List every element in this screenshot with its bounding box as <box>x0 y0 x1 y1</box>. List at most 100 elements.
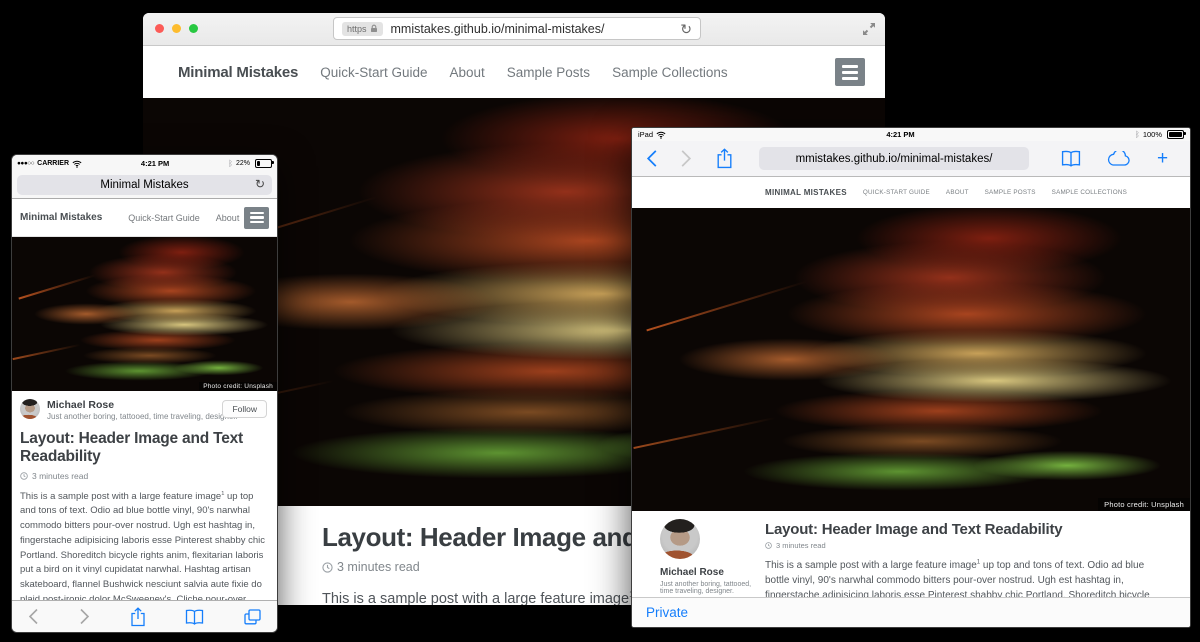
author-avatar <box>660 519 700 559</box>
photo-credit: Photo credit: Unsplash <box>199 382 277 391</box>
window-controls <box>155 24 198 33</box>
author-name: Michael Rose <box>47 399 238 411</box>
minimize-window-button[interactable] <box>172 24 181 33</box>
status-time: 4:21 PM <box>141 159 169 168</box>
battery-icon <box>255 159 272 168</box>
reload-button[interactable]: ↻ <box>680 22 692 36</box>
chevron-right-icon <box>680 149 692 168</box>
address-bar-title: Minimal Mistakes <box>100 179 188 191</box>
article-title: Layout: Header Image and Text Readabilit… <box>765 521 1170 538</box>
https-label: https <box>347 24 367 34</box>
iphone-url-row: Minimal Mistakes ↻ <box>12 172 277 199</box>
fullscreen-icon[interactable] <box>862 22 876 36</box>
carrier-label: CARRIER <box>37 160 69 167</box>
chevron-right-icon <box>79 608 90 625</box>
battery-icon <box>1167 130 1184 139</box>
author-name: Michael Rose <box>660 567 765 578</box>
site-brand-link[interactable]: Minimal Mistakes <box>20 212 102 223</box>
close-window-button[interactable] <box>155 24 164 33</box>
share-icon <box>130 607 146 627</box>
paragraph-text: This is a sample post with a large featu… <box>765 560 977 571</box>
menu-button[interactable] <box>244 207 269 229</box>
follow-button[interactable]: Follow <box>222 400 267 418</box>
author-row: Michael Rose Just another boring, tattoo… <box>20 399 269 421</box>
iphone-site-nav: Minimal Mistakes Quick-Start Guide About <box>12 199 277 237</box>
signal-strength-icon: ●●●○○ <box>17 160 34 167</box>
clock-icon <box>765 542 772 549</box>
photo-credit: Photo credit: Unsplash <box>1098 498 1190 511</box>
zoom-window-button[interactable] <box>189 24 198 33</box>
wifi-icon <box>656 131 666 139</box>
nav-link-sample-collections[interactable]: Sample Collections <box>612 65 728 80</box>
nav-link-about[interactable]: About <box>449 65 484 80</box>
article-main: Layout: Header Image and Text Readabilit… <box>765 519 1190 597</box>
forward-button[interactable] <box>680 149 692 168</box>
device-label: iPad <box>638 130 653 139</box>
nav-link-sample-posts[interactable]: Sample Posts <box>507 65 590 80</box>
private-browsing-bar: Private <box>632 597 1190 627</box>
ipad-toolbar: mmistakes.github.io/minimal-mistakes/ + <box>632 141 1190 177</box>
icloud-tabs-button[interactable] <box>1107 151 1131 166</box>
bluetooth-icon: ᛒ <box>1135 131 1140 139</box>
bluetooth-icon: ᛒ <box>228 160 233 168</box>
site-brand-link[interactable]: Minimal Mistakes <box>178 64 298 81</box>
iphone-status-bar: ●●●○○ CARRIER 4:21 PM ᛒ 22% <box>12 155 277 172</box>
chevron-left-icon <box>28 608 39 625</box>
read-time-label: 3 minutes read <box>32 471 88 481</box>
nav-link-about[interactable]: About <box>216 213 240 223</box>
clock-icon <box>322 562 333 573</box>
share-icon <box>716 148 733 169</box>
book-icon <box>1061 150 1081 167</box>
paragraph-text: This is a sample post with a large featu… <box>20 491 221 502</box>
battery-percent: 100% <box>1143 130 1162 139</box>
nav-link-quick-start[interactable]: QUICK-START GUIDE <box>863 189 930 196</box>
desktop-titlebar: https mmistakes.github.io/minimal-mistak… <box>143 13 885 46</box>
nav-link-sample-collections[interactable]: SAMPLE COLLECTIONS <box>1052 189 1127 196</box>
nav-link-quick-start[interactable]: Quick-Start Guide <box>128 213 200 223</box>
private-button[interactable]: Private <box>646 605 688 620</box>
desktop-address-bar[interactable]: https mmistakes.github.io/minimal-mistak… <box>333 17 701 40</box>
author-avatar <box>20 399 40 419</box>
iphone-bottom-toolbar <box>12 600 277 632</box>
author-sidebar: Michael Rose Just another boring, tattoo… <box>632 519 765 597</box>
iphone-screen: ●●●○○ CARRIER 4:21 PM ᛒ 22% Minimal Mist… <box>12 155 277 632</box>
https-badge: https <box>342 22 383 36</box>
lock-icon <box>370 24 378 33</box>
article-title: Layout: Header Image and Text Readabilit… <box>20 430 269 467</box>
ipad-screen: iPad 4:21 PM ᛒ 100% mmistakes.github.io/… <box>632 128 1190 627</box>
bookmarks-button[interactable] <box>1061 150 1081 167</box>
read-time-label: 3 minutes read <box>776 541 826 550</box>
clock-icon <box>20 472 28 480</box>
share-button[interactable] <box>716 148 733 169</box>
author-bio: Just another boring, tattooed, time trav… <box>47 412 238 421</box>
wifi-icon <box>72 160 82 168</box>
desktop-site-nav: Minimal Mistakes Quick-Start Guide About… <box>143 46 885 98</box>
read-time-meta: 3 minutes read <box>765 541 1170 550</box>
nav-link-quick-start[interactable]: Quick-Start Guide <box>320 65 427 80</box>
back-button[interactable] <box>28 608 39 625</box>
ipad-address-bar[interactable]: mmistakes.github.io/minimal-mistakes/ <box>759 147 1029 170</box>
book-icon <box>185 609 204 625</box>
ipad-status-bar: iPad 4:21 PM ᛒ 100% <box>632 128 1190 141</box>
author-bio: Just another boring, tattooed, time trav… <box>660 581 752 595</box>
menu-button[interactable] <box>835 58 865 86</box>
forward-button[interactable] <box>79 608 90 625</box>
bookmarks-button[interactable] <box>185 609 204 625</box>
read-time-label: 3 minutes read <box>337 560 420 574</box>
ipad-article: Michael Rose Just another boring, tattoo… <box>632 511 1190 597</box>
nav-link-sample-posts[interactable]: SAMPLE POSTS <box>985 189 1036 196</box>
battery-percent: 22% <box>236 160 250 167</box>
reload-button[interactable]: ↻ <box>255 178 265 190</box>
share-button[interactable] <box>130 607 146 627</box>
article-paragraph: This is a sample post with a large featu… <box>765 558 1170 597</box>
nav-link-about[interactable]: ABOUT <box>946 189 969 196</box>
tabs-button[interactable] <box>244 609 261 625</box>
new-tab-button[interactable]: + <box>1157 149 1168 168</box>
url-text: mmistakes.github.io/minimal-mistakes/ <box>796 153 993 165</box>
site-brand-link[interactable]: MINIMAL MISTAKES <box>765 188 847 197</box>
back-button[interactable] <box>646 149 658 168</box>
url-text: mmistakes.github.io/minimal-mistakes/ <box>391 22 605 36</box>
chevron-left-icon <box>646 149 658 168</box>
article-paragraph: This is a sample post with a large featu… <box>20 490 269 600</box>
iphone-address-bar[interactable]: Minimal Mistakes ↻ <box>17 175 272 195</box>
